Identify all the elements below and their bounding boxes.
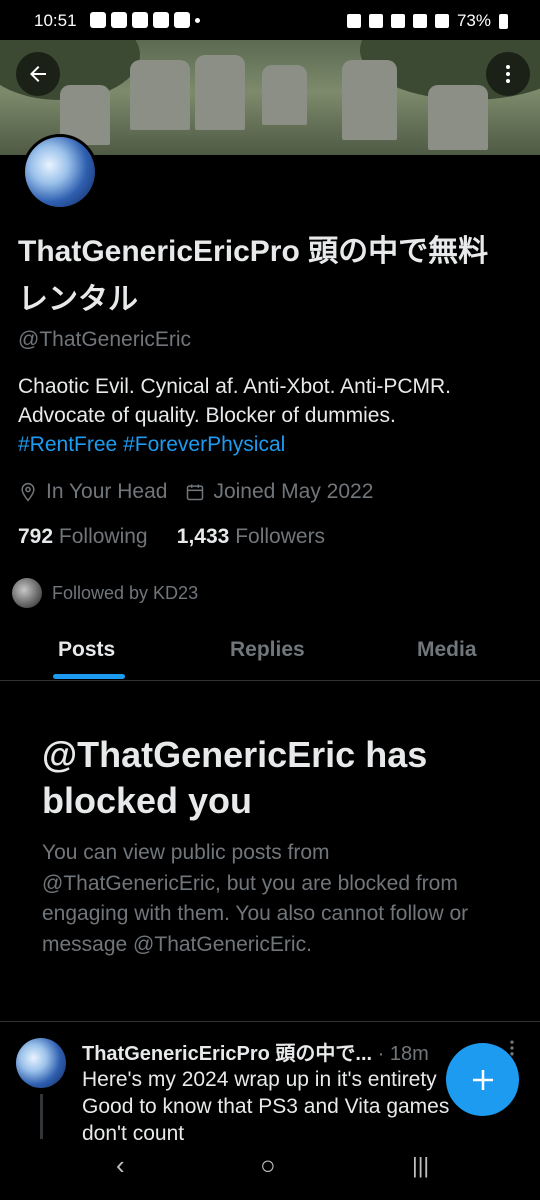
following-label: Following: [58, 525, 148, 548]
battery-icon: [499, 13, 508, 29]
blocked-title: @ThatGenericEric has blocked you: [42, 734, 428, 821]
profile-meta: In Your Head Joined May 2022: [18, 480, 373, 504]
thread-line: [40, 1094, 43, 1139]
status-time: 10:51: [34, 11, 77, 30]
blocked-description: You can view public posts from @ThatGene…: [42, 841, 469, 956]
active-tab-indicator: [53, 674, 125, 679]
hashtag-link[interactable]: #ForeverPhysical: [123, 433, 285, 456]
alarm-icon: [346, 14, 361, 28]
following-link[interactable]: 792 Following: [18, 525, 148, 548]
snapchat-icon: [90, 12, 106, 28]
plus-icon: [472, 1069, 493, 1090]
bluetooth-icon: [368, 14, 383, 28]
notification-icons: [90, 12, 200, 28]
post-author[interactable]: ThatGenericEricPro 頭の中で...: [82, 1043, 372, 1065]
profile-banner: [0, 40, 540, 155]
post-header: ThatGenericEricPro 頭の中で... · 18m: [82, 1037, 429, 1066]
more-options-button[interactable]: [486, 52, 530, 96]
followers-link[interactable]: 1,433 Followers: [177, 525, 325, 548]
more-notifications-icon: [195, 18, 200, 23]
news-icon: [174, 12, 190, 28]
tiktok-icon: [132, 12, 148, 28]
tab-media[interactable]: Media: [417, 638, 477, 662]
nav-recents-button[interactable]: |||: [412, 1153, 429, 1179]
avatar-image: [25, 137, 95, 207]
followers-count: 1,433: [176, 525, 230, 548]
hashtag-link[interactable]: #RentFree: [18, 433, 117, 456]
profile-avatar[interactable]: [22, 134, 98, 210]
divider: [0, 1021, 540, 1022]
follow-counts: 792 Following 1,433 Followers: [18, 525, 325, 549]
following-count: 792: [18, 525, 54, 548]
profile-tabs: Posts Replies Media: [0, 628, 540, 681]
status-bar: 10:51 73%: [0, 0, 540, 40]
mute-icon: [390, 14, 405, 28]
followed-by-text: Followed by KD23: [52, 582, 199, 603]
followed-by[interactable]: Followed by KD23: [12, 578, 198, 608]
post-avatar[interactable]: [16, 1038, 66, 1088]
arrow-left-icon: [30, 66, 46, 82]
profile-handle: @ThatGenericEric: [18, 328, 192, 351]
nav-back-button[interactable]: ‹: [116, 1150, 125, 1181]
battery-level: 73%: [456, 11, 491, 30]
joined-text: Joined May 2022: [213, 480, 374, 503]
location-text: In Your Head: [46, 480, 168, 503]
follower-avatar: [12, 578, 42, 608]
tab-posts[interactable]: Posts: [58, 638, 115, 662]
app-icon: [111, 12, 127, 28]
followers-label: Followers: [235, 525, 326, 548]
tab-replies[interactable]: Replies: [230, 638, 305, 662]
system-icons: 73%: [346, 11, 508, 31]
bio-text: Chaotic Evil. Cynical af. Anti-Xbot. Ant…: [18, 375, 451, 427]
nav-home-button[interactable]: ○: [260, 1150, 276, 1181]
back-button[interactable]: [16, 52, 60, 96]
wifi-icon: [412, 14, 427, 28]
youtube-icon: [153, 12, 169, 28]
more-vertical-icon: [506, 65, 510, 83]
compose-button[interactable]: [446, 1043, 519, 1116]
location-pin-icon: [21, 482, 35, 502]
profile-bio: Chaotic Evil. Cynical af. Anti-Xbot. Ant…: [18, 372, 523, 459]
calendar-icon: [187, 484, 204, 501]
display-name: ThatGenericEricPro 頭の中で無料レンタル: [18, 235, 489, 316]
post-time: · 18m: [377, 1043, 429, 1065]
signal-icon: [434, 14, 449, 28]
